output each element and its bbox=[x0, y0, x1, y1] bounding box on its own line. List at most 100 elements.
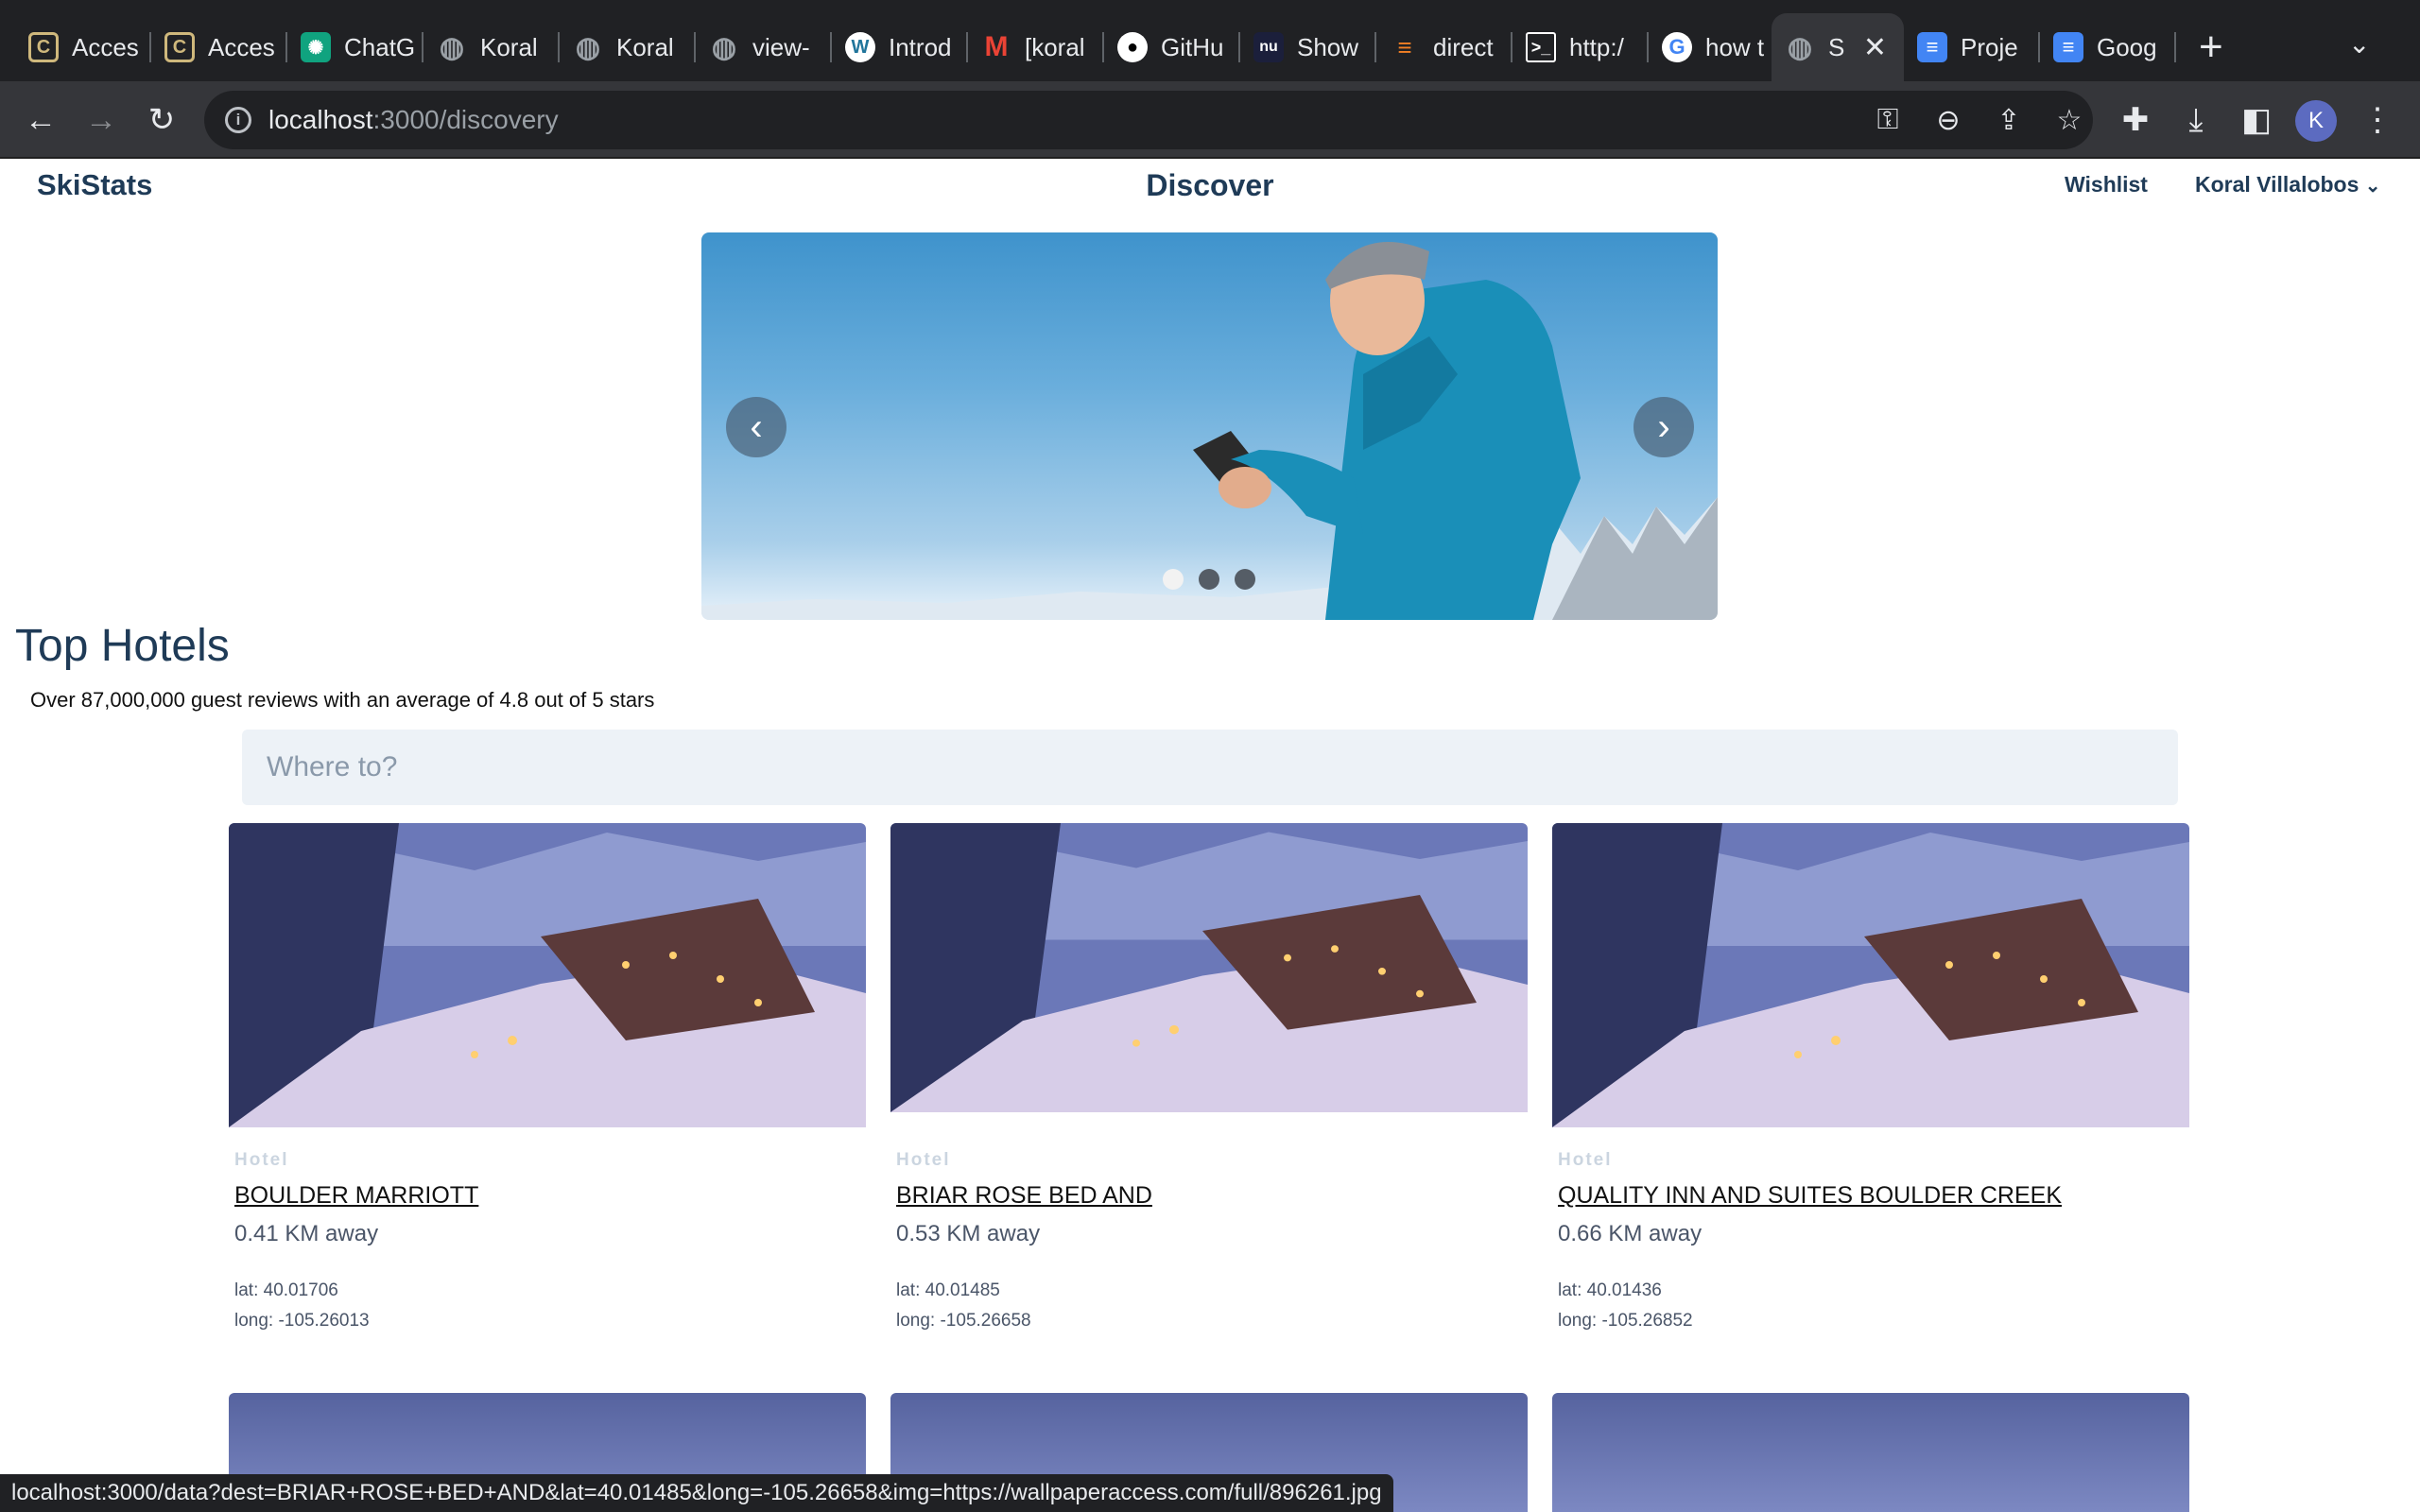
carousel-next-button[interactable]: › bbox=[1634, 397, 1694, 457]
hotel-latitude: lat: 40.01485 bbox=[896, 1280, 1000, 1300]
hotel-card[interactable]: Hotel BOULDER MARRIOTT 0.41 KM away lat:… bbox=[229, 823, 866, 1336]
page-content: SkiStats Discover Wishlist Koral Villalo… bbox=[0, 159, 2420, 1512]
hotel-latitude: lat: 40.01436 bbox=[1558, 1280, 1662, 1300]
reload-icon[interactable]: ↻ bbox=[138, 96, 185, 144]
browser-tab-active[interactable]: ◍ S ✕ bbox=[1772, 13, 1904, 81]
browser-tab[interactable]: ✺ ChatG bbox=[287, 13, 424, 81]
download-icon[interactable]: ⤓ bbox=[2172, 96, 2220, 144]
browser-tab[interactable]: >_ http:/ bbox=[1512, 13, 1649, 81]
tab-title: how t bbox=[1705, 32, 1765, 61]
browser-tab[interactable]: ● GitHu bbox=[1104, 13, 1240, 81]
globe-icon: ◍ bbox=[1787, 31, 1813, 63]
carousel-dot[interactable] bbox=[1163, 569, 1184, 590]
section-title: Top Hotels bbox=[15, 621, 230, 671]
share-icon[interactable]: ⇪ bbox=[1987, 98, 2031, 142]
browser-tab[interactable]: C Acces bbox=[15, 13, 151, 81]
browser-tab[interactable]: ◍ Koral bbox=[560, 13, 696, 81]
bookmark-star-icon[interactable]: ☆ bbox=[2048, 98, 2091, 142]
destination-search-input[interactable] bbox=[242, 730, 2178, 805]
tab-title: [koral bbox=[1025, 32, 1085, 61]
section-subtitle: Over 87,000,000 guest reviews with an av… bbox=[30, 688, 655, 712]
hero-carousel[interactable]: ‹ › bbox=[701, 232, 1718, 620]
back-arrow-icon[interactable]: ← bbox=[17, 96, 64, 144]
ski-village-photo bbox=[890, 823, 1528, 1112]
tab-search-chevron-icon[interactable]: ⌄ bbox=[2348, 28, 2370, 60]
tab-title: GitHu bbox=[1161, 32, 1224, 61]
browser-tab[interactable]: ≡ Goog bbox=[2040, 13, 2176, 81]
tab-title: Koral bbox=[616, 32, 674, 61]
browser-tab[interactable]: G how t bbox=[1649, 13, 1772, 81]
openai-icon: ✺ bbox=[301, 32, 331, 62]
browser-tab[interactable]: ◍ view- bbox=[696, 13, 832, 81]
key-icon[interactable]: ⚿ bbox=[1866, 98, 1910, 142]
browser-tab[interactable]: W Introd bbox=[832, 13, 968, 81]
chevron-left-icon: ‹ bbox=[750, 405, 763, 448]
wishlist-link[interactable]: Wishlist bbox=[2065, 172, 2148, 198]
page-title: Discover bbox=[1146, 168, 1274, 202]
browser-menu-icon[interactable]: ⋮ bbox=[2354, 96, 2401, 144]
hotel-longitude: long: -105.26658 bbox=[896, 1311, 1031, 1331]
ski-village-photo bbox=[229, 823, 866, 1127]
hotel-distance: 0.66 KM away bbox=[1558, 1221, 1703, 1246]
hotel-kind: Hotel bbox=[896, 1150, 951, 1170]
browser-tab[interactable]: ≡ Proje bbox=[1904, 13, 2040, 81]
tab-title: direct bbox=[1433, 32, 1494, 61]
tab-title: Koral bbox=[480, 32, 538, 61]
forward-arrow-icon[interactable]: → bbox=[78, 96, 125, 144]
carousel-dot[interactable] bbox=[1199, 569, 1219, 590]
hotel-latitude: lat: 40.01706 bbox=[234, 1280, 338, 1300]
ski-village-photo bbox=[1552, 823, 2189, 1127]
hotel-distance: 0.53 KM away bbox=[896, 1221, 1041, 1246]
browser-tab[interactable]: ≡ direct bbox=[1376, 13, 1512, 81]
tab-title: Acces bbox=[72, 32, 139, 61]
globe-icon: ◍ bbox=[575, 31, 601, 63]
browser-tab[interactable]: ◍ Koral bbox=[424, 13, 560, 81]
hotel-card[interactable]: Hotel BRIAR ROSE BED AND 0.53 KM away la… bbox=[890, 823, 1528, 1336]
hotel-name-link[interactable]: BOULDER MARRIOTT bbox=[234, 1182, 866, 1210]
hotel-card[interactable]: Hotel QUALITY INN AND SUITES BOULDER CRE… bbox=[1552, 823, 2189, 1336]
browser-tab[interactable]: M [koral bbox=[968, 13, 1104, 81]
site-info-icon[interactable]: i bbox=[225, 107, 251, 133]
hotel-image[interactable] bbox=[229, 823, 866, 1127]
side-panel-icon[interactable]: ◧ bbox=[2233, 96, 2280, 144]
close-tab-icon[interactable]: ✕ bbox=[1863, 31, 1887, 64]
hotel-longitude: long: -105.26852 bbox=[1558, 1311, 1693, 1331]
tab-title: Proje bbox=[1961, 32, 2018, 61]
chevron-right-icon: › bbox=[1657, 405, 1670, 448]
browser-tab-strip: C Acces C Acces ✺ ChatG ◍ Koral ◍ Koral … bbox=[0, 0, 2420, 81]
extensions-puzzle-icon[interactable]: ✚ bbox=[2112, 96, 2159, 144]
user-menu[interactable]: Koral Villalobos ⌄ bbox=[2195, 172, 2381, 198]
nu-icon: nu bbox=[1253, 32, 1284, 62]
browser-toolbar: ← → ↻ i localhost:3000/discovery ⚿ ⊖ ⇪ ☆… bbox=[0, 81, 2420, 159]
new-tab-plus-icon[interactable]: + bbox=[2199, 21, 2223, 74]
profile-avatar[interactable]: K bbox=[2295, 100, 2337, 142]
browser-tab[interactable]: C Acces bbox=[151, 13, 287, 81]
hotel-longitude: long: -105.26013 bbox=[234, 1311, 370, 1331]
hotel-name-link[interactable]: QUALITY INN AND SUITES BOULDER CREEK bbox=[1558, 1182, 2189, 1210]
tab-title: S bbox=[1828, 32, 1845, 61]
url-path: :3000/discovery bbox=[372, 105, 559, 134]
hotel-image[interactable] bbox=[1552, 823, 2189, 1127]
wordpress-icon: W bbox=[845, 32, 875, 62]
hotel-distance: 0.41 KM away bbox=[234, 1221, 379, 1246]
hotel-kind: Hotel bbox=[234, 1150, 289, 1170]
browser-tab[interactable]: nu Show bbox=[1240, 13, 1376, 81]
carousel-prev-button[interactable]: ‹ bbox=[726, 397, 786, 457]
hotel-card[interactable] bbox=[1552, 1393, 2189, 1512]
user-name: Koral Villalobos bbox=[2195, 172, 2360, 197]
hotel-image[interactable] bbox=[890, 823, 1528, 1112]
google-icon: G bbox=[1662, 32, 1692, 62]
zoom-icon[interactable]: ⊖ bbox=[1927, 98, 1970, 142]
terminal-icon: >_ bbox=[1526, 32, 1556, 62]
carousel-indicators bbox=[1163, 569, 1255, 590]
hotel-name-link[interactable]: BRIAR ROSE BED AND bbox=[896, 1182, 1528, 1210]
github-icon: ● bbox=[1117, 32, 1148, 62]
tab-title: http:/ bbox=[1569, 32, 1624, 61]
docs-icon: ≡ bbox=[1917, 32, 1947, 62]
tab-title: Goog bbox=[2097, 32, 2157, 61]
hotel-image[interactable] bbox=[1552, 1393, 2189, 1512]
address-bar[interactable]: i localhost:3000/discovery ⚿ ⊖ ⇪ ☆ bbox=[204, 91, 2093, 149]
address-url[interactable]: localhost:3000/discovery bbox=[268, 105, 559, 135]
status-bar-url: localhost:3000/data?dest=BRIAR+ROSE+BED+… bbox=[0, 1474, 1393, 1512]
carousel-dot[interactable] bbox=[1235, 569, 1255, 590]
